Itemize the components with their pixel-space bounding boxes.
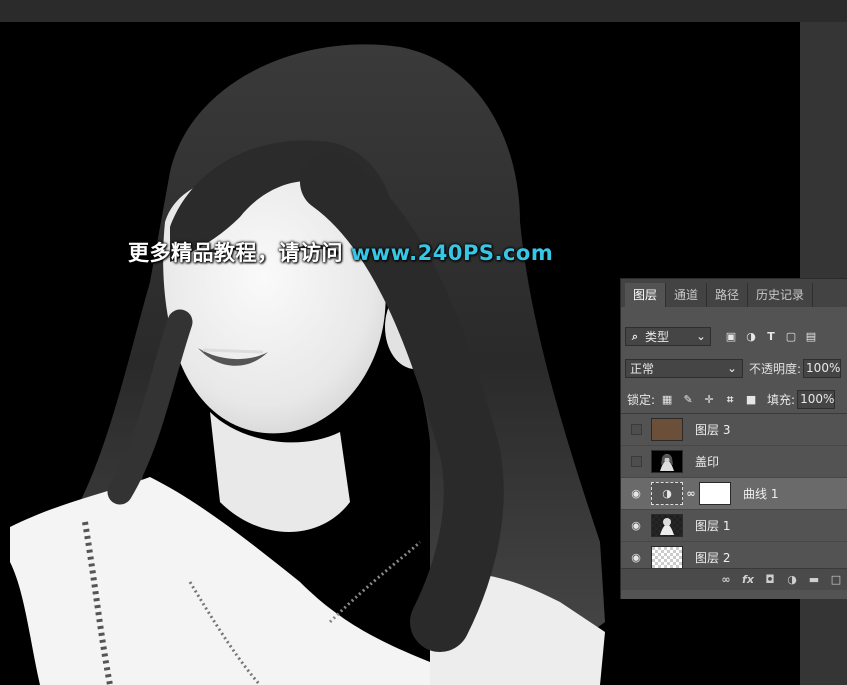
lock-artboard-icon[interactable]: ⌗ — [724, 393, 736, 406]
lock-move-icon[interactable]: ✛ — [703, 393, 715, 406]
chevron-down-icon: ⌄ — [696, 329, 706, 343]
eye-icon: ◉ — [631, 518, 641, 532]
fx-icon[interactable]: fx — [742, 573, 754, 586]
blend-mode-value: 正常 — [630, 362, 655, 376]
adjustment-filter-icon[interactable]: ◑ — [745, 330, 757, 343]
portrait-thumb-icon — [660, 454, 674, 471]
fill-input[interactable]: 100% — [797, 390, 836, 409]
lock-transparent-icon[interactable]: ▦ — [661, 393, 673, 406]
layer-filter-select[interactable]: ⌕ 类型 ⌄ — [625, 327, 711, 346]
panel-tabs: 图层 通道 路径 历史记录 — [621, 279, 847, 307]
lock-paint-icon[interactable]: ✎ — [682, 393, 694, 406]
image-filter-icon[interactable]: ▣ — [725, 330, 737, 343]
adjustment-icon[interactable]: ◑ — [786, 573, 798, 586]
layer-thumbnail — [651, 546, 683, 568]
layer-thumbnail — [651, 514, 683, 537]
link-icon[interactable]: ∞ — [720, 573, 732, 586]
search-icon: ⌕ — [631, 329, 639, 343]
eye-icon: ◉ — [631, 550, 641, 564]
layer-list: 图层 3 盖印 ◉ ◑ ∞ 曲线 1 ◉ 图层 1 ◉ 图层 2 — [621, 413, 847, 568]
layer-name: 盖印 — [695, 455, 720, 469]
folder-icon[interactable]: ▬ — [808, 573, 820, 586]
tab-layers[interactable]: 图层 — [625, 283, 667, 307]
tab-channels[interactable]: 通道 — [666, 283, 708, 307]
eye-icon: ◉ — [631, 486, 641, 500]
layer-thumbnail — [651, 418, 683, 441]
watermark-url: www.240PS.com — [350, 241, 554, 265]
layer-name: 图层 1 — [695, 519, 731, 533]
fill-label: 填充: — [767, 393, 796, 407]
watermark-text: 更多精品教程，请访问 www.240PS.com — [128, 237, 553, 267]
lock-all-icon[interactable]: ■ — [745, 393, 757, 406]
hidden-box-icon — [630, 456, 642, 467]
opacity-label: 不透明度: — [749, 362, 802, 376]
visibility-toggle[interactable] — [621, 446, 651, 478]
blend-mode-select[interactable]: 正常 ⌄ — [625, 359, 743, 378]
curves-icon: ◑ — [662, 486, 672, 500]
link-icon[interactable]: ∞ — [685, 487, 697, 500]
adjustment-thumbnail: ◑ — [651, 482, 683, 505]
layer-name: 图层 2 — [695, 551, 731, 565]
watermark-prefix: 更多精品教程，请访问 — [128, 241, 343, 265]
tab-history[interactable]: 历史记录 — [748, 283, 814, 307]
lock-icons: ▦ ✎ ✛ ⌗ ■ — [661, 393, 757, 406]
shape-filter-icon[interactable]: ▢ — [785, 330, 797, 343]
lock-row: 锁定: ▦ ✎ ✛ ⌗ ■ 填充: 100% — [627, 390, 847, 409]
chevron-down-icon: ⌄ — [727, 361, 737, 375]
visibility-toggle[interactable] — [621, 414, 651, 446]
layers-panel: 图层 通道 路径 历史记录 ⌕ 类型 ⌄ ▣ ◑ T ▢ ▤ 正常 ⌄ 不透明度… — [620, 278, 847, 599]
visibility-toggle[interactable]: ◉ — [621, 478, 651, 510]
lock-label: 锁定: — [627, 393, 656, 407]
panel-footer: ∞ fx ◘ ◑ ▬ □ — [621, 568, 847, 590]
layer-row-curves[interactable]: ◉ ◑ ∞ 曲线 1 — [621, 478, 847, 510]
portrait-thumb-icon — [652, 515, 682, 536]
mask-thumbnail — [699, 482, 731, 505]
layer-row-3[interactable]: 图层 3 — [621, 414, 847, 446]
filter-icons: ▣ ◑ T ▢ ▤ — [725, 330, 817, 343]
smart-object-filter-icon[interactable]: ▤ — [805, 330, 817, 343]
opacity-input[interactable]: 100% — [803, 359, 842, 378]
top-bar — [0, 0, 847, 22]
layer-row-2[interactable]: ◉ 图层 2 — [621, 542, 847, 568]
visibility-toggle[interactable]: ◉ — [621, 510, 651, 542]
visibility-toggle[interactable]: ◉ — [621, 542, 651, 569]
new-layer-icon[interactable]: □ — [830, 573, 842, 586]
blend-row: 正常 ⌄ 不透明度: 100% — [625, 359, 847, 378]
filter-kind-label: 类型 — [645, 330, 670, 344]
mask-icon[interactable]: ◘ — [764, 573, 776, 586]
layer-filter-row: ⌕ 类型 ⌄ ▣ ◑ T ▢ ▤ — [625, 327, 847, 346]
layer-row-1[interactable]: ◉ 图层 1 — [621, 510, 847, 542]
layer-thumbnail — [651, 450, 683, 473]
type-filter-icon[interactable]: T — [765, 330, 777, 343]
layer-name: 图层 3 — [695, 423, 731, 437]
hidden-box-icon — [630, 424, 642, 435]
layer-row-stamp[interactable]: 盖印 — [621, 446, 847, 478]
layer-name: 曲线 1 — [743, 487, 779, 501]
tab-paths[interactable]: 路径 — [707, 283, 749, 307]
